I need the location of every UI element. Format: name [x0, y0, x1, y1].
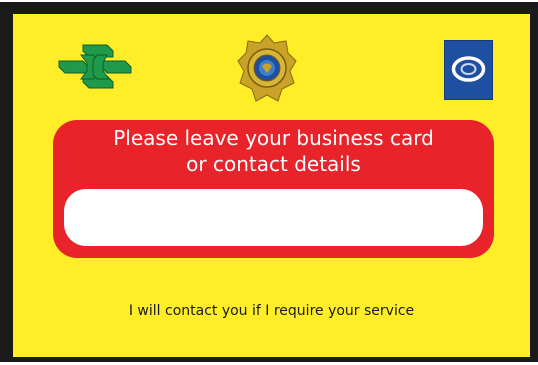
neighbourhood-watch-logo-icon: [444, 40, 493, 100]
heading-line-2: or contact details: [186, 152, 361, 176]
heading-line-1: Please leave your business card: [113, 126, 434, 150]
contact-card: Please leave your business card or conta…: [0, 2, 538, 362]
contact-panel: Please leave your business card or conta…: [53, 120, 494, 258]
footer-message: I will contact you if I require your ser…: [128, 303, 415, 319]
green-cross-logo-icon: [58, 44, 132, 89]
garda-badge-logo-icon: [237, 34, 297, 102]
contact-details-field[interactable]: [64, 189, 483, 246]
